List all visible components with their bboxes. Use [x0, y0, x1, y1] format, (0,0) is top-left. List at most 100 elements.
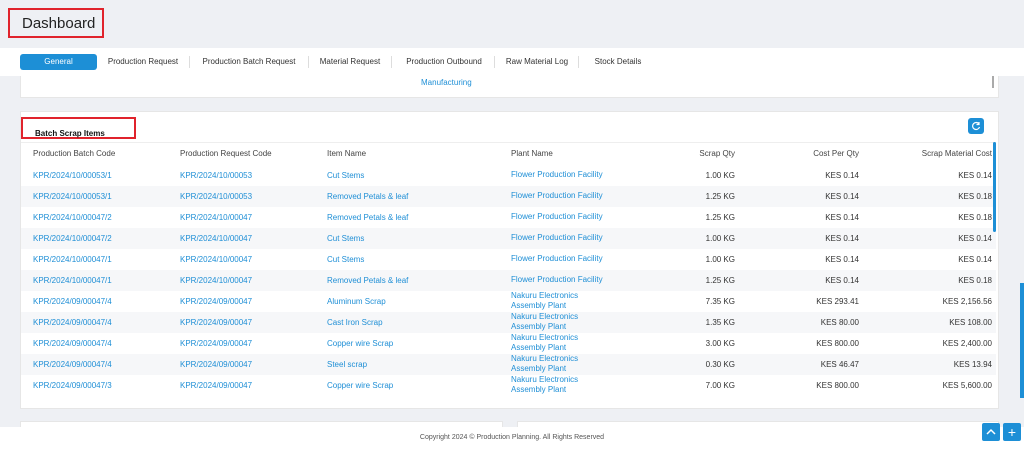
scrap-qty: 1.25 KG: [659, 269, 739, 291]
item-name-link[interactable]: Steel scrap: [315, 353, 499, 375]
batch-code-link[interactable]: KPR/2024/10/00047/2: [21, 207, 168, 228]
scrap-material-cost: KES 2,156.56: [942, 296, 992, 306]
plant-name-line[interactable]: Flower Production Facility: [511, 191, 659, 201]
item-name-link[interactable]: Copper wire Scrap: [315, 333, 499, 354]
refresh-button[interactable]: [968, 118, 984, 134]
panel-scrollbar[interactable]: [992, 76, 994, 88]
plant-name-line[interactable]: Flower Production Facility: [511, 212, 659, 222]
add-button[interactable]: +: [1003, 423, 1021, 441]
plant-name-link[interactable]: Flower Production Facility: [499, 249, 659, 270]
plant-name-line[interactable]: Nakuru Electronics: [511, 354, 659, 364]
request-code-link[interactable]: KPR/2024/10/00053: [168, 185, 315, 207]
cost-per-qty: KES 80.00: [739, 311, 863, 333]
batch-code-link[interactable]: KPR/2024/10/00047/1: [21, 249, 168, 270]
table-row[interactable]: KPR/2024/10/00047/1 KPR/2024/10/00047 Cut …: [21, 249, 996, 270]
tab-general[interactable]: General: [20, 54, 97, 70]
table-row[interactable]: KPR/2024/10/00053/1 KPR/2024/10/00053 Cut …: [21, 165, 996, 186]
request-code-link[interactable]: KPR/2024/09/00047: [168, 375, 315, 396]
tab-production-request[interactable]: Production Request: [103, 54, 183, 70]
plant-name-link[interactable]: Nakuru Electronics Assembly Plant: [499, 333, 659, 354]
plant-name-link[interactable]: Flower Production Facility: [499, 227, 659, 249]
column-header: Production Batch Code: [21, 142, 168, 165]
item-name-link[interactable]: Cut Stems: [315, 227, 499, 249]
batch-code-link[interactable]: KPR/2024/10/00053/1: [21, 185, 168, 207]
batch-code-link[interactable]: KPR/2024/10/00047/2: [21, 227, 168, 249]
previous-panel-bottom: Manufacturing: [20, 76, 999, 98]
table-row[interactable]: KPR/2024/09/00047/4 KPR/2024/09/00047 Stee…: [21, 353, 996, 375]
tab-production-outbound[interactable]: Production Outbound: [400, 54, 488, 70]
plant-name-line[interactable]: Flower Production Facility: [511, 233, 659, 243]
batch-scrap-items-card: Batch Scrap Items Production Batch Code …: [20, 111, 999, 409]
request-code-link[interactable]: KPR/2024/09/00047: [168, 333, 315, 354]
item-name-link[interactable]: Cast Iron Scrap: [315, 311, 499, 333]
plant-name-link[interactable]: Flower Production Facility: [499, 207, 659, 228]
table-scrollbar[interactable]: [993, 142, 996, 232]
request-code-link[interactable]: KPR/2024/10/00047: [168, 249, 315, 270]
plant-name-line[interactable]: Nakuru Electronics: [511, 333, 659, 343]
scroll-top-button[interactable]: [982, 423, 1000, 441]
table-row[interactable]: KPR/2024/10/00047/1 KPR/2024/10/00047 Remo…: [21, 269, 996, 291]
scrap-material-cost: KES 108.00: [863, 311, 996, 333]
plant-name-link[interactable]: Nakuru Electronics Assembly Plant: [499, 353, 659, 375]
request-code-link[interactable]: KPR/2024/09/00047: [168, 291, 315, 312]
plant-name-link[interactable]: Nakuru Electronics Assembly Plant: [499, 311, 659, 333]
tab-stock-details[interactable]: Stock Details: [588, 54, 648, 70]
tab-production-batch-request[interactable]: Production Batch Request: [196, 54, 302, 70]
scrap-qty: 1.00 KG: [705, 254, 735, 264]
batch-code-link[interactable]: KPR/2024/09/00047/4: [21, 333, 168, 354]
page-scrollbar[interactable]: [1020, 283, 1024, 398]
request-code-link[interactable]: KPR/2024/09/00047: [168, 311, 315, 333]
plant-name-line[interactable]: Assembly Plant: [511, 364, 659, 374]
column-header: Scrap Qty: [659, 142, 739, 165]
plant-name-link[interactable]: Nakuru Electronics Assembly Plant: [499, 291, 659, 312]
table-row[interactable]: KPR/2024/10/00047/2 KPR/2024/10/00047 Cut …: [21, 227, 996, 249]
scrap-material-cost: KES 5,600.00: [942, 380, 992, 390]
plant-name-link[interactable]: Flower Production Facility: [499, 165, 659, 186]
plant-name-line[interactable]: Assembly Plant: [511, 343, 659, 353]
item-name-link[interactable]: Cut Stems: [315, 165, 499, 186]
plant-name-line[interactable]: Assembly Plant: [511, 322, 659, 332]
plant-name-link[interactable]: Flower Production Facility: [499, 269, 659, 291]
item-name-link[interactable]: Cut Stems: [315, 249, 499, 270]
plant-name-line[interactable]: Nakuru Electronics: [511, 291, 659, 301]
plant-name-line[interactable]: Flower Production Facility: [511, 275, 659, 285]
request-code-link[interactable]: KPR/2024/10/00047: [168, 269, 315, 291]
plant-name-line[interactable]: Assembly Plant: [511, 301, 659, 311]
item-name-link[interactable]: Removed Petals & leaf: [315, 185, 499, 207]
batch-code-link[interactable]: KPR/2024/10/00053/1: [21, 165, 168, 186]
table-row[interactable]: KPR/2024/10/00053/1 KPR/2024/10/00053 Remo…: [21, 185, 996, 207]
item-name-link[interactable]: Removed Petals & leaf: [315, 269, 499, 291]
request-code-link[interactable]: KPR/2024/10/00047: [168, 227, 315, 249]
scrap-material-cost: KES 0.18: [863, 185, 996, 207]
table-row[interactable]: KPR/2024/09/00047/3 KPR/2024/09/00047 Copp…: [21, 375, 996, 396]
batch-code-link[interactable]: KPR/2024/09/00047/3: [21, 375, 168, 396]
plant-name-line[interactable]: Nakuru Electronics: [511, 312, 659, 322]
table-row[interactable]: KPR/2024/09/00047/4 KPR/2024/09/00047 Copp…: [21, 333, 996, 354]
tab-divider: [308, 56, 309, 68]
request-code-link[interactable]: KPR/2024/09/00047: [168, 353, 315, 375]
plant-name-fragment[interactable]: Manufacturing: [421, 78, 472, 87]
scrap-qty: 1.25 KG: [659, 185, 739, 207]
request-code-link[interactable]: KPR/2024/10/00053: [168, 165, 315, 186]
scrap-qty: 3.00 KG: [705, 338, 735, 348]
tab-material-request[interactable]: Material Request: [316, 54, 384, 70]
plant-name-line[interactable]: Assembly Plant: [511, 385, 659, 395]
cost-per-qty: KES 0.14: [825, 212, 859, 222]
batch-code-link[interactable]: KPR/2024/09/00047/4: [21, 291, 168, 312]
table-row[interactable]: KPR/2024/09/00047/4 KPR/2024/09/00047 Cast…: [21, 311, 996, 333]
plant-name-line[interactable]: Flower Production Facility: [511, 170, 659, 180]
item-name-link[interactable]: Removed Petals & leaf: [315, 207, 499, 228]
batch-code-link[interactable]: KPR/2024/09/00047/4: [21, 353, 168, 375]
table-row[interactable]: KPR/2024/09/00047/4 KPR/2024/09/00047 Alum…: [21, 291, 996, 312]
request-code-link[interactable]: KPR/2024/10/00047: [168, 207, 315, 228]
batch-code-link[interactable]: KPR/2024/09/00047/4: [21, 311, 168, 333]
plant-name-line[interactable]: Nakuru Electronics: [511, 375, 659, 385]
table-row[interactable]: KPR/2024/10/00047/2 KPR/2024/10/00047 Remo…: [21, 207, 996, 228]
plant-name-link[interactable]: Nakuru Electronics Assembly Plant: [499, 375, 659, 396]
plant-name-line[interactable]: Flower Production Facility: [511, 254, 659, 264]
batch-code-link[interactable]: KPR/2024/10/00047/1: [21, 269, 168, 291]
tab-raw-material-log[interactable]: Raw Material Log: [503, 54, 571, 70]
item-name-link[interactable]: Copper wire Scrap: [315, 375, 499, 396]
item-name-link[interactable]: Aluminum Scrap: [315, 291, 499, 312]
plant-name-link[interactable]: Flower Production Facility: [499, 185, 659, 207]
